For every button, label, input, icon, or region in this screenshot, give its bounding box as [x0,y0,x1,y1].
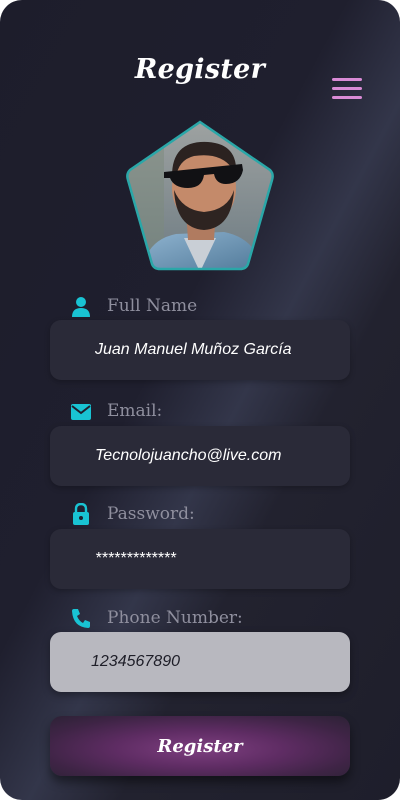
password-field[interactable]: ************* [50,529,350,589]
phone-label: Phone Number: [107,608,243,628]
email-label: Email: [107,401,163,421]
full-name-field[interactable]: Juan Manuel Muñoz García [50,320,350,380]
person-icon [72,297,90,317]
register-screen: Register Full Name Juan Manuel Muñoz Gar… [0,0,400,800]
lock-icon [73,503,89,525]
hamburger-menu-icon[interactable] [330,78,364,102]
avatar[interactable] [124,118,276,272]
email-field[interactable]: Tecnolojuancho@live.com [50,426,350,486]
full-name-label: Full Name [107,296,198,316]
envelope-icon [71,404,91,420]
phone-icon [72,609,90,628]
phone-field[interactable]: 1234567890 [50,632,350,692]
register-button[interactable]: Register [50,716,350,776]
password-label: Password: [107,504,195,524]
